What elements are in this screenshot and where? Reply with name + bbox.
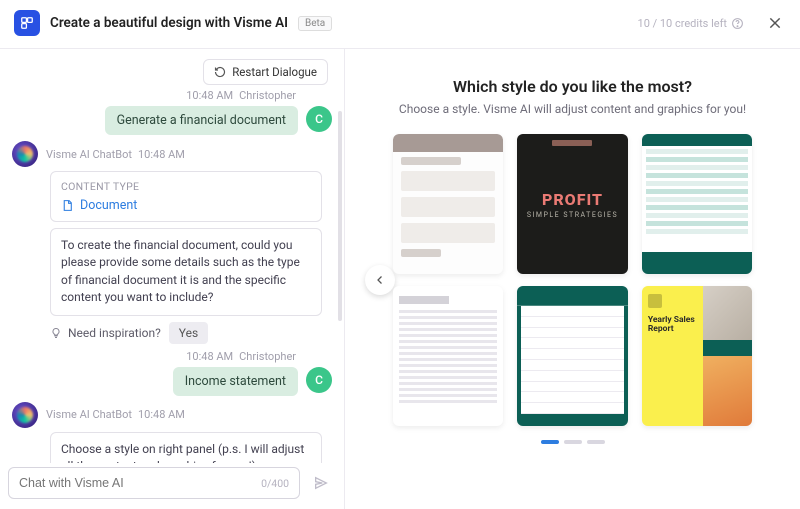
refresh-icon xyxy=(214,66,226,78)
user-message: Generate a financial document xyxy=(105,106,298,135)
user-avatar: C xyxy=(306,106,332,132)
carousel-dots xyxy=(541,440,605,444)
message-meta: Visme AI ChatBot 10:48 AM xyxy=(46,408,185,421)
timestamp: 10:48 AM xyxy=(138,408,185,421)
template-option[interactable] xyxy=(393,286,504,426)
beta-badge: Beta xyxy=(298,16,332,31)
template-label: Yearly Sales Report xyxy=(648,316,697,335)
sender-name: Visme AI ChatBot xyxy=(46,408,132,421)
message-meta: 10:48 AM Christopher xyxy=(8,350,336,363)
app-logo xyxy=(14,10,40,36)
lightbulb-icon xyxy=(50,327,62,339)
bot-avatar xyxy=(12,141,38,167)
restart-dialogue-button[interactable]: Restart Dialogue xyxy=(203,59,328,85)
inspiration-label: Need inspiration? xyxy=(68,326,161,340)
inspiration-yes-button[interactable]: Yes xyxy=(169,322,208,344)
template-option[interactable]: PROFIT SIMPLE STRATEGIES xyxy=(517,134,628,274)
carousel-dot[interactable] xyxy=(564,440,582,444)
content-type-label: CONTENT TYPE xyxy=(61,180,311,193)
sender-name: Visme AI ChatBot xyxy=(46,148,132,161)
sender-name: Christopher xyxy=(239,89,296,102)
template-label: PROFIT xyxy=(542,190,603,209)
close-button[interactable] xyxy=(764,12,786,34)
chat-input-container: 0/400 xyxy=(8,467,300,499)
user-message: Income statement xyxy=(173,367,298,396)
style-subtitle: Choose a style. Visme AI will adjust con… xyxy=(399,102,746,116)
help-icon[interactable] xyxy=(731,17,744,30)
chevron-left-icon xyxy=(374,274,386,286)
content-type-card: CONTENT TYPE Document xyxy=(50,171,322,222)
message-meta: Visme AI ChatBot 10:48 AM xyxy=(46,148,185,161)
chat-panel: Restart Dialogue 10:48 AM Christopher Ge… xyxy=(0,49,345,509)
template-grid: PROFIT SIMPLE STRATEGIES xyxy=(393,134,753,426)
timestamp: 10:48 AM xyxy=(186,350,233,363)
style-title: Which style do you like the most? xyxy=(453,77,692,96)
carousel-dot[interactable] xyxy=(541,440,559,444)
char-count: 0/400 xyxy=(261,477,289,490)
restart-label: Restart Dialogue xyxy=(232,65,317,79)
template-option[interactable] xyxy=(393,134,504,274)
bot-avatar xyxy=(12,402,38,428)
bot-message: To create the financial document, could … xyxy=(50,228,322,316)
timestamp: 10:48 AM xyxy=(186,89,233,102)
document-icon xyxy=(61,199,74,212)
template-option[interactable]: Yearly Sales Report xyxy=(642,286,753,426)
send-button[interactable] xyxy=(306,468,336,498)
page-title: Create a beautiful design with Visme AI xyxy=(50,15,288,31)
timestamp: 10:48 AM xyxy=(138,148,185,161)
credits-text: 10 / 10 credits left xyxy=(638,17,727,30)
close-icon xyxy=(767,15,783,31)
message-meta: 10:48 AM Christopher xyxy=(8,89,336,102)
scrollbar[interactable] xyxy=(338,111,342,321)
carousel-prev-button[interactable] xyxy=(365,265,395,295)
template-option[interactable] xyxy=(517,286,628,426)
sender-name: Christopher xyxy=(239,350,296,363)
style-panel: Which style do you like the most? Choose… xyxy=(345,49,800,509)
user-avatar: C xyxy=(306,367,332,393)
bot-message: Choose a style on right panel (p.s. I wi… xyxy=(50,432,322,463)
content-type-value: Document xyxy=(80,198,137,213)
credits-remaining: 10 / 10 credits left xyxy=(638,17,744,30)
inspiration-prompt: Need inspiration? xyxy=(50,326,161,340)
chat-input[interactable] xyxy=(19,476,261,490)
template-label: SIMPLE STRATEGIES xyxy=(527,211,618,219)
send-icon xyxy=(313,475,329,491)
template-option[interactable] xyxy=(642,134,753,274)
carousel-dot[interactable] xyxy=(587,440,605,444)
